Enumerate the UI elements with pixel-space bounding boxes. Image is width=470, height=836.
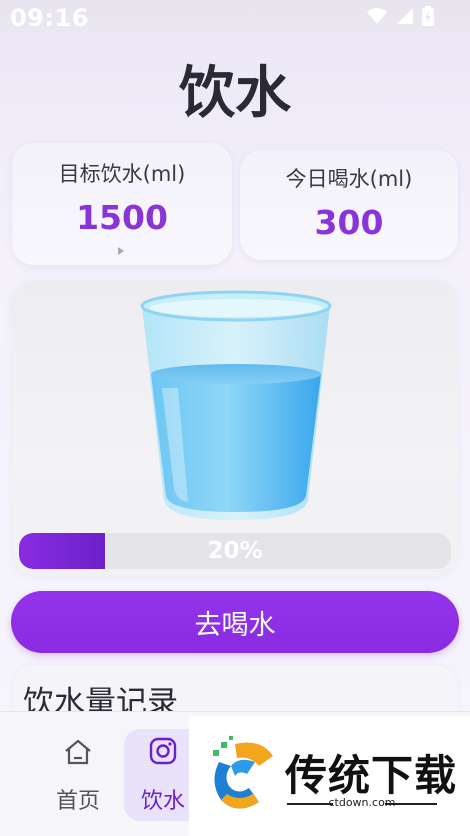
today-intake-label: 今日喝水(ml) <box>285 167 413 191</box>
nav-item-home[interactable]: 首页 <box>38 729 118 821</box>
water-glass-panel <box>12 280 458 576</box>
watermark-text: 传统下载 <box>285 751 458 800</box>
battery-icon <box>422 6 434 26</box>
page-title: 饮水 <box>179 61 291 126</box>
status-bar: 09:16 <box>0 0 470 32</box>
wifi-icon <box>366 7 388 25</box>
target-intake-card[interactable]: 目标饮水(ml) 1500 <box>12 143 232 265</box>
target-intake-label: 目标饮水(ml) <box>58 162 186 186</box>
status-icons <box>366 6 434 26</box>
watermark-divider-right <box>385 803 437 805</box>
watermark: 传统下载 ctdown.com <box>189 716 470 836</box>
signal-icon <box>396 7 414 25</box>
caret-right-icon <box>118 247 124 255</box>
intake-progress-text: 20% <box>207 538 263 564</box>
water-glass-icon <box>138 288 334 528</box>
today-intake-value: 300 <box>314 203 384 242</box>
nav-label-home: 首页 <box>55 789 100 814</box>
status-time: 09:16 <box>10 4 89 32</box>
today-intake-card: 今日喝水(ml) 300 <box>240 150 458 260</box>
go-drink-button[interactable]: 去喝水 <box>11 591 459 653</box>
intake-progress-bar: 20% <box>19 533 451 569</box>
home-icon <box>38 737 118 767</box>
watermark-logo <box>199 736 277 820</box>
target-intake-value: 1500 <box>76 198 168 237</box>
